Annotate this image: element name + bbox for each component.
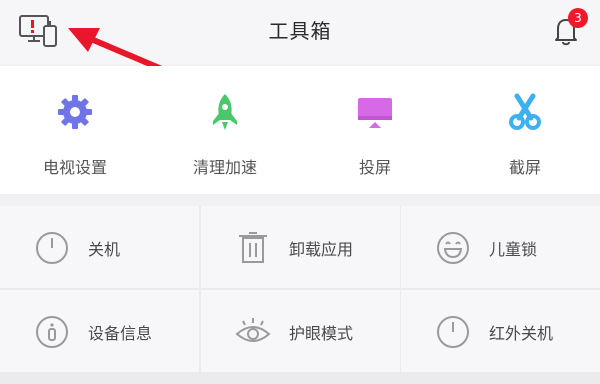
rocket-icon xyxy=(213,94,237,130)
scissors-icon xyxy=(509,93,541,130)
smiley-icon xyxy=(437,232,469,264)
screen-cast-button[interactable]: 投屏 xyxy=(300,66,450,194)
power-off-button[interactable]: 关机 xyxy=(0,206,199,288)
power-icon xyxy=(437,316,469,348)
uninstall-apps-button[interactable]: 卸载应用 xyxy=(201,206,400,288)
ir-power-off-button[interactable]: 红外关机 xyxy=(401,290,600,372)
tv-settings-button[interactable]: 电视设置 xyxy=(0,66,150,194)
power-off-label: 关机 xyxy=(88,240,121,259)
tools-grid: 关机 卸载应用 儿童锁 设备信息 护眼模式 红外关机 xyxy=(0,206,600,384)
info-icon xyxy=(36,316,68,348)
page-title: 工具箱 xyxy=(268,19,332,43)
screenshot-button[interactable]: 截屏 xyxy=(450,66,600,194)
eye-icon xyxy=(235,318,271,342)
power-icon xyxy=(36,232,68,264)
child-lock-label: 儿童锁 xyxy=(489,240,538,259)
top-bar: 工具箱 3 xyxy=(0,0,600,64)
screen-cast-icon xyxy=(358,98,392,128)
device-info-label: 设备信息 xyxy=(88,324,153,343)
eye-care-mode-label: 护眼模式 xyxy=(289,324,354,343)
gear-icon xyxy=(58,95,92,129)
trash-icon xyxy=(239,232,267,263)
screenshot-label: 截屏 xyxy=(508,158,541,177)
device-info-button[interactable]: 设备信息 xyxy=(0,290,199,372)
clean-boost-label: 清理加速 xyxy=(192,158,257,177)
eye-care-mode-button[interactable]: 护眼模式 xyxy=(201,290,400,372)
quick-tools-panel: 电视设置 清理加速 投屏 截屏 xyxy=(0,66,600,194)
child-lock-button[interactable]: 儿童锁 xyxy=(401,206,600,288)
screen-cast-label: 投屏 xyxy=(358,158,391,177)
ir-power-off-label: 红外关机 xyxy=(489,324,554,343)
notification-badge: 3 xyxy=(568,8,588,28)
tv-settings-label: 电视设置 xyxy=(42,158,107,177)
clean-boost-button[interactable]: 清理加速 xyxy=(150,66,300,194)
uninstall-apps-label: 卸载应用 xyxy=(289,240,354,259)
